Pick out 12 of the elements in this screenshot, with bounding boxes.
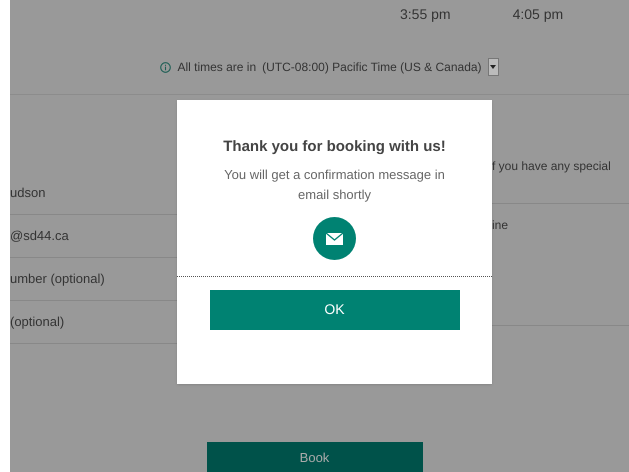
dropdown-button[interactable] [488,58,499,76]
timezone-value: (UTC-08:00) Pacific Time (US & Canada) [262,59,482,76]
dialog-message: You will get a confirmation message in email shortly [223,166,446,204]
dialog-title: Thank you for booking with us! [223,137,446,157]
caret-icon [490,65,496,69]
envelope-icon [313,216,356,260]
timezone-label: All times are in [177,59,256,76]
info-icon [160,62,172,72]
time-slot[interactable]: 4:05 pm [512,4,564,24]
book-button[interactable]: Book [206,442,422,472]
ok-button[interactable]: OK [210,290,460,330]
time-slot[interactable]: 3:55 pm [400,4,451,24]
